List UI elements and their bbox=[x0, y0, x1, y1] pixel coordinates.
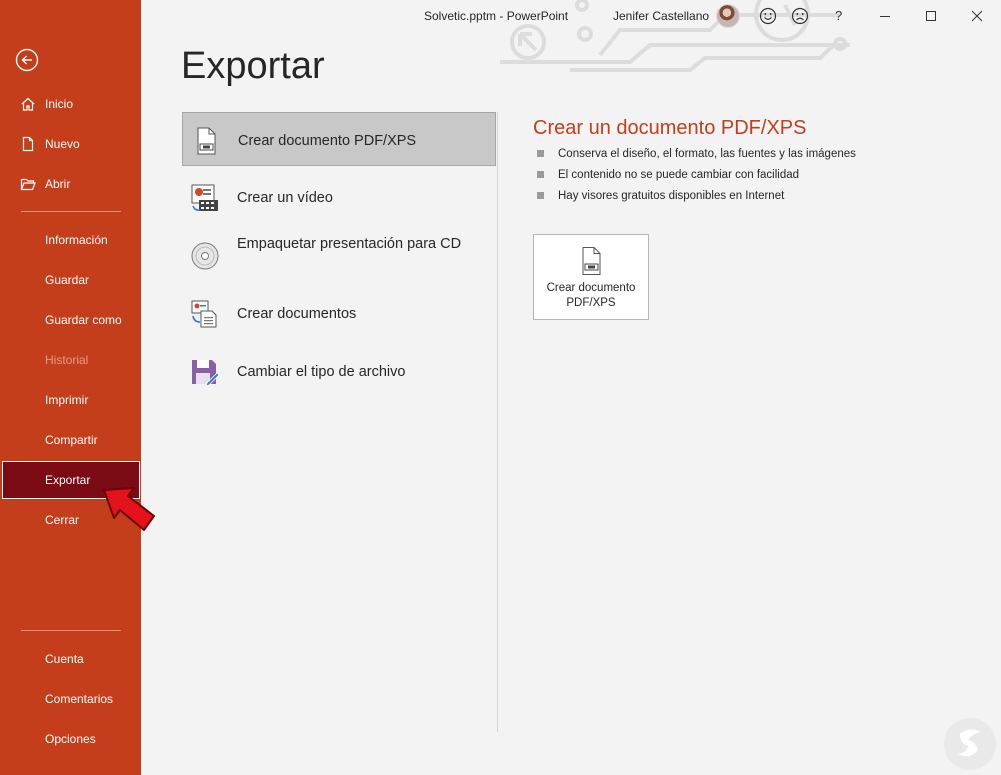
sidebar-item-compartir[interactable]: Compartir bbox=[0, 422, 141, 458]
sidebar-item-label: Guardar bbox=[45, 273, 90, 287]
sidebar-item-label: Imprimir bbox=[45, 393, 89, 407]
sidebar-item-label: Abrir bbox=[45, 177, 71, 191]
sidebar-item-label: Guardar como bbox=[45, 313, 122, 327]
sidebar-divider bbox=[21, 211, 121, 212]
sidebar-divider bbox=[21, 630, 121, 631]
sidebar-item-label: Comentarios bbox=[45, 692, 114, 706]
smiley-icon[interactable] bbox=[758, 6, 778, 26]
watermark-logo-icon bbox=[944, 718, 996, 770]
change-file-type-icon bbox=[192, 360, 220, 387]
create-button-label: Crear documento PDF/XPS bbox=[534, 281, 648, 311]
handouts-icon bbox=[191, 300, 217, 328]
export-option-pdf-xps[interactable]: Crear documento PDF/XPS bbox=[182, 112, 496, 166]
sidebar-item-historial: Historial bbox=[0, 342, 141, 378]
frown-icon[interactable] bbox=[790, 6, 810, 26]
pdf-xps-icon bbox=[197, 127, 216, 155]
video-icon bbox=[191, 184, 218, 211]
pointer-arrow-icon bbox=[103, 487, 155, 531]
avatar[interactable] bbox=[716, 4, 740, 28]
sidebar-item-label: Información bbox=[45, 233, 108, 247]
close-icon[interactable] bbox=[967, 6, 987, 26]
create-button-label-line1: Crear documento bbox=[546, 282, 636, 294]
home-icon bbox=[21, 97, 35, 111]
help-icon[interactable]: ? bbox=[835, 8, 842, 23]
panel-separator bbox=[497, 112, 498, 732]
sidebar-item-inicio[interactable]: Inicio bbox=[0, 86, 141, 122]
sidebar-item-label: Cuenta bbox=[45, 652, 84, 666]
sidebar-item-cuenta[interactable]: Cuenta bbox=[0, 641, 141, 677]
export-option-package-cd[interactable]: Empaquetar presentación para CD bbox=[182, 228, 496, 282]
detail-bullet: Conserva el diseño, el formato, las fuen… bbox=[537, 146, 856, 167]
sidebar-item-label: Compartir bbox=[45, 433, 98, 447]
open-folder-icon bbox=[20, 178, 36, 191]
sidebar-item-comentarios[interactable]: Comentarios bbox=[0, 681, 141, 717]
back-arrow-icon[interactable] bbox=[15, 48, 39, 72]
page-title: Exportar bbox=[181, 45, 325, 87]
sidebar-item-guardar[interactable]: Guardar bbox=[0, 262, 141, 298]
sidebar-item-label: Cerrar bbox=[45, 513, 80, 527]
cd-icon bbox=[191, 242, 219, 270]
sidebar-item-label: Nuevo bbox=[45, 137, 80, 151]
create-pdf-xps-button[interactable]: Crear documento PDF/XPS bbox=[533, 234, 649, 320]
create-button-label-line2: PDF/XPS bbox=[566, 297, 616, 309]
detail-bullet: Hay visores gratuitos disponibles en Int… bbox=[537, 188, 856, 209]
new-document-icon bbox=[22, 136, 34, 152]
detail-bullets: Conserva el diseño, el formato, las fuen… bbox=[537, 146, 856, 209]
sidebar-item-label: Historial bbox=[45, 353, 89, 367]
detail-bullet: El contenido no se puede cambiar con fac… bbox=[537, 167, 856, 188]
window-title: Solvetic.pptm - PowerPoint bbox=[424, 9, 569, 23]
export-option-label: Crear documento PDF/XPS bbox=[238, 133, 417, 149]
minimize-icon[interactable] bbox=[875, 6, 895, 26]
sidebar-item-imprimir[interactable]: Imprimir bbox=[0, 382, 141, 418]
sidebar-item-abrir[interactable]: Abrir bbox=[0, 166, 141, 202]
export-option-label: Cambiar el tipo de archivo bbox=[237, 364, 406, 380]
export-option-change-file-type[interactable]: Cambiar el tipo de archivo bbox=[182, 344, 496, 398]
sidebar-item-nuevo[interactable]: Nuevo bbox=[0, 126, 141, 162]
export-option-video[interactable]: Crear un vídeo bbox=[182, 170, 496, 224]
sidebar-item-label: Inicio bbox=[45, 97, 74, 111]
sidebar-item-informacion[interactable]: Información bbox=[0, 222, 141, 258]
backstage-sidebar: Inicio Nuevo Abrir Información Guardar G… bbox=[0, 0, 141, 775]
detail-title: Crear un documento PDF/XPS bbox=[533, 117, 807, 139]
maximize-icon[interactable] bbox=[921, 6, 941, 26]
pdf-xps-icon bbox=[582, 247, 601, 275]
export-option-label: Crear documentos bbox=[237, 306, 357, 322]
export-option-label: Empaquetar presentación para CD bbox=[237, 236, 462, 252]
sidebar-item-opciones[interactable]: Opciones bbox=[0, 721, 141, 757]
sidebar-item-label: Opciones bbox=[45, 732, 96, 746]
export-option-label: Crear un vídeo bbox=[237, 190, 333, 206]
sidebar-item-guardar-como[interactable]: Guardar como bbox=[0, 302, 141, 338]
sidebar-item-label: Exportar bbox=[45, 473, 91, 487]
export-option-handouts[interactable]: Crear documentos bbox=[182, 286, 496, 340]
user-name[interactable]: Jenifer Castellano bbox=[613, 9, 709, 23]
